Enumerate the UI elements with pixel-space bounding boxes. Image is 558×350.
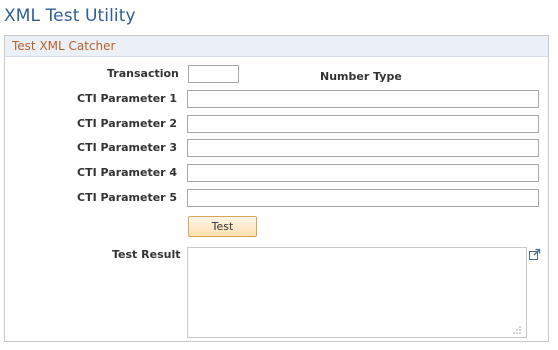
transaction-input[interactable] <box>188 65 239 83</box>
test-button[interactable]: Test <box>188 216 257 237</box>
cti-parameter-4-label: CTI Parameter 4 <box>77 166 178 179</box>
transaction-label: Transaction <box>107 67 179 80</box>
test-result-textarea[interactable] <box>187 247 527 338</box>
cti-parameter-5-label: CTI Parameter 5 <box>77 191 178 204</box>
group-header: Test XML Catcher <box>5 36 548 57</box>
cti-parameter-1-input[interactable] <box>187 90 539 108</box>
page-title: XML Test Utility <box>4 6 136 26</box>
cti-parameter-2-input[interactable] <box>187 115 539 133</box>
cti-parameter-3-label: CTI Parameter 3 <box>77 141 178 154</box>
number-type-label: Number Type <box>320 70 402 83</box>
cti-parameter-5-input[interactable] <box>187 189 539 207</box>
test-result-label: Test Result <box>112 248 181 261</box>
cti-parameter-3-input[interactable] <box>187 139 539 157</box>
cti-parameter-1-label: CTI Parameter 1 <box>77 92 178 105</box>
cti-parameter-4-input[interactable] <box>187 164 539 182</box>
group-header-label: Test XML Catcher <box>12 39 116 53</box>
expand-icon[interactable] <box>528 248 541 261</box>
resize-grip-icon[interactable] <box>512 325 522 335</box>
cti-parameter-2-label: CTI Parameter 2 <box>77 117 178 130</box>
